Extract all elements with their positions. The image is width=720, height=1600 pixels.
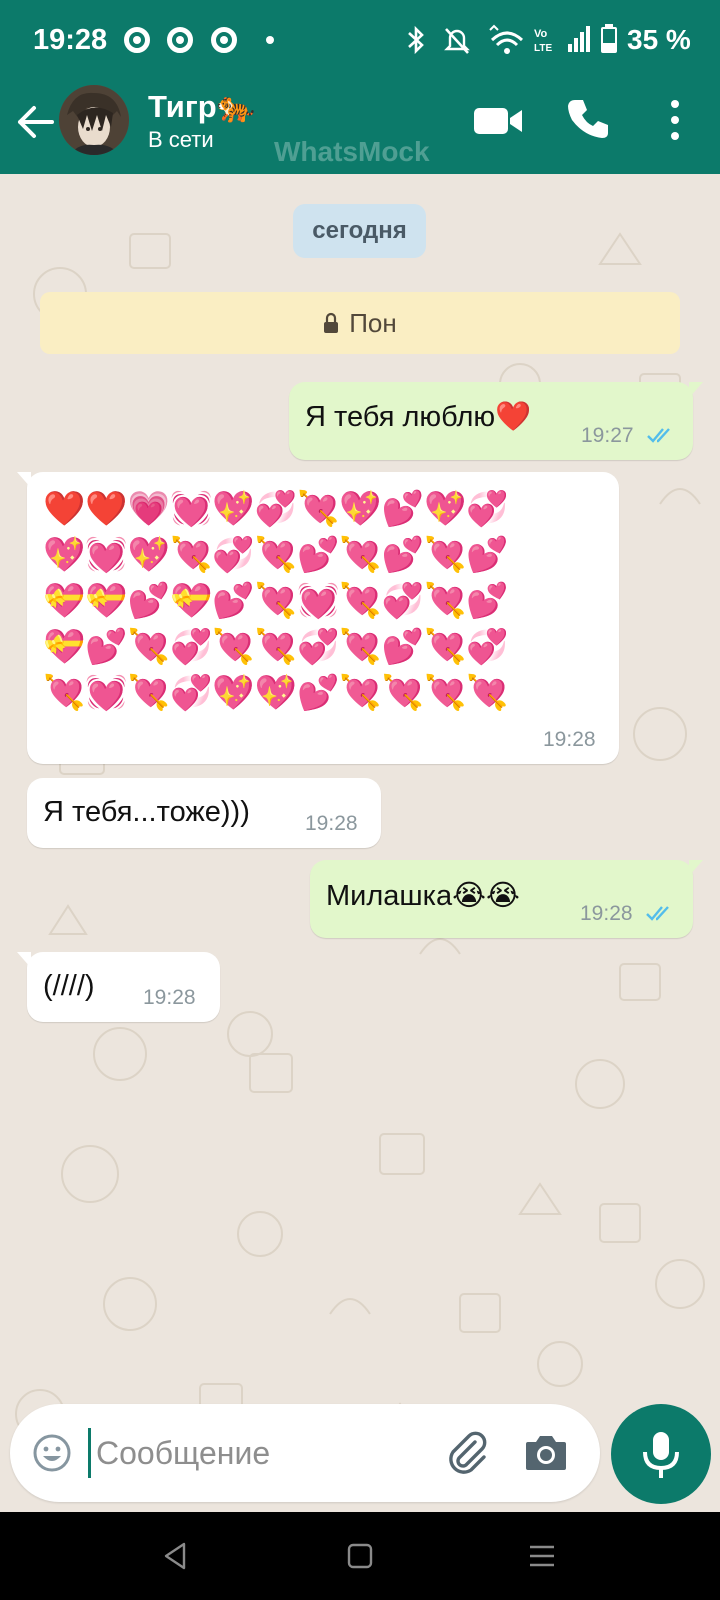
message-time: 19:28 xyxy=(580,902,633,925)
chrome-icon xyxy=(167,27,193,53)
chat-header: Тигр🐅 В сети WhatsMock xyxy=(0,82,720,174)
battery-fill xyxy=(603,43,615,51)
contact-status: В сети xyxy=(148,127,214,152)
battery-percent: 35 % xyxy=(627,24,691,55)
bluetooth-icon xyxy=(408,25,424,55)
status-time: 19:28 xyxy=(33,24,108,56)
lock-icon xyxy=(324,313,339,334)
message-time: 19:28 xyxy=(143,986,196,1009)
emoji-icon[interactable] xyxy=(32,1433,72,1473)
attach-icon[interactable] xyxy=(444,1430,490,1476)
emoji-row: 💝💝💕💝💕💘💓💘💞💘💕 xyxy=(43,582,509,620)
text-cursor xyxy=(88,1428,91,1478)
emoji-row: 💘💓💘💞💖💖💕💘💘💘💘 xyxy=(43,674,509,712)
message-incoming[interactable]: (////) 19:28 xyxy=(17,952,220,1022)
chat-area[interactable]: сегодня Пон Я тебя люблю❤️ 19:27 ❤️❤️💗💓💖… xyxy=(0,174,720,1512)
message-input[interactable] xyxy=(96,1428,436,1478)
message-text: Я тебя...тоже))) xyxy=(43,796,250,828)
mic-icon xyxy=(643,1432,679,1478)
emoji-row: 💖💓💖💘💞💘💕💘💕💘💕 xyxy=(43,536,509,574)
camera-icon[interactable] xyxy=(524,1432,568,1472)
mute-icon xyxy=(444,28,470,54)
mic-button[interactable] xyxy=(611,1404,711,1504)
watermark: WhatsMock xyxy=(274,136,430,167)
nav-back-icon[interactable] xyxy=(160,1540,192,1572)
notification-dot-icon xyxy=(266,36,274,44)
message-time: 19:28 xyxy=(543,728,596,751)
message-incoming[interactable]: ❤️❤️💗💓💖💞💘💖💕💖💞 💖💓💖💘💞💘💕💘💕💘💕 💝💝💕💝💕💘💓💘💞💘💕 💝💕… xyxy=(17,472,619,764)
avatar-image xyxy=(59,85,129,155)
more-options-icon[interactable] xyxy=(664,98,686,142)
message-text: Я тебя люблю❤️ xyxy=(305,401,532,433)
nav-home-icon[interactable] xyxy=(344,1540,376,1572)
wifi-icon xyxy=(489,24,524,54)
volte-icon: Vo LTE xyxy=(534,28,552,54)
double-check-icon xyxy=(646,906,669,921)
message-outgoing[interactable]: Я тебя люблю❤️ 19:27 xyxy=(289,382,703,460)
emoji-message: ❤️❤️💗💓💖💞💘💖💕💖💞 💖💓💖💘💞💘💕💘💕💘💕 💝💝💕💝💕💘💓💘💞💘💕 💝💕… xyxy=(43,486,583,716)
status-bar: 19:28 Vo LTE 35 % xyxy=(0,0,720,82)
svg-text:LTE: LTE xyxy=(534,43,552,54)
encryption-banner-text: Пон xyxy=(349,308,397,338)
message-time: 19:28 xyxy=(305,812,358,835)
svg-text:Vo: Vo xyxy=(534,28,548,40)
message-incoming[interactable]: Я тебя...тоже))) 19:28 xyxy=(27,778,381,848)
message-text: (////) xyxy=(43,970,95,1002)
encryption-banner[interactable]: Пон xyxy=(40,292,680,354)
nav-recents-icon[interactable] xyxy=(526,1540,558,1572)
double-check-icon xyxy=(647,428,670,443)
emoji-row: ❤️❤️💗💓💖💞💘💖💕💖💞 xyxy=(43,490,509,528)
message-text: Милашка😭😭 xyxy=(326,880,520,912)
avatar[interactable] xyxy=(59,85,129,155)
date-chip: сегодня xyxy=(293,204,426,258)
emoji-row: 💝💕💘💞💘💘💞💘💕💘💞 xyxy=(43,628,509,666)
chrome-icon xyxy=(124,27,150,53)
back-arrow-icon[interactable] xyxy=(14,100,58,144)
battery-icon xyxy=(601,27,617,53)
message-composer xyxy=(10,1404,600,1502)
video-call-icon[interactable] xyxy=(474,104,524,138)
system-nav-bar xyxy=(0,1512,720,1600)
contact-name[interactable]: Тигр🐅 xyxy=(148,88,255,125)
message-outgoing[interactable]: Милашка😭😭 19:28 xyxy=(310,860,703,938)
chrome-icon xyxy=(211,27,237,53)
signal-icon xyxy=(568,26,590,52)
phone-icon[interactable] xyxy=(566,96,610,140)
message-time: 19:27 xyxy=(581,424,634,447)
